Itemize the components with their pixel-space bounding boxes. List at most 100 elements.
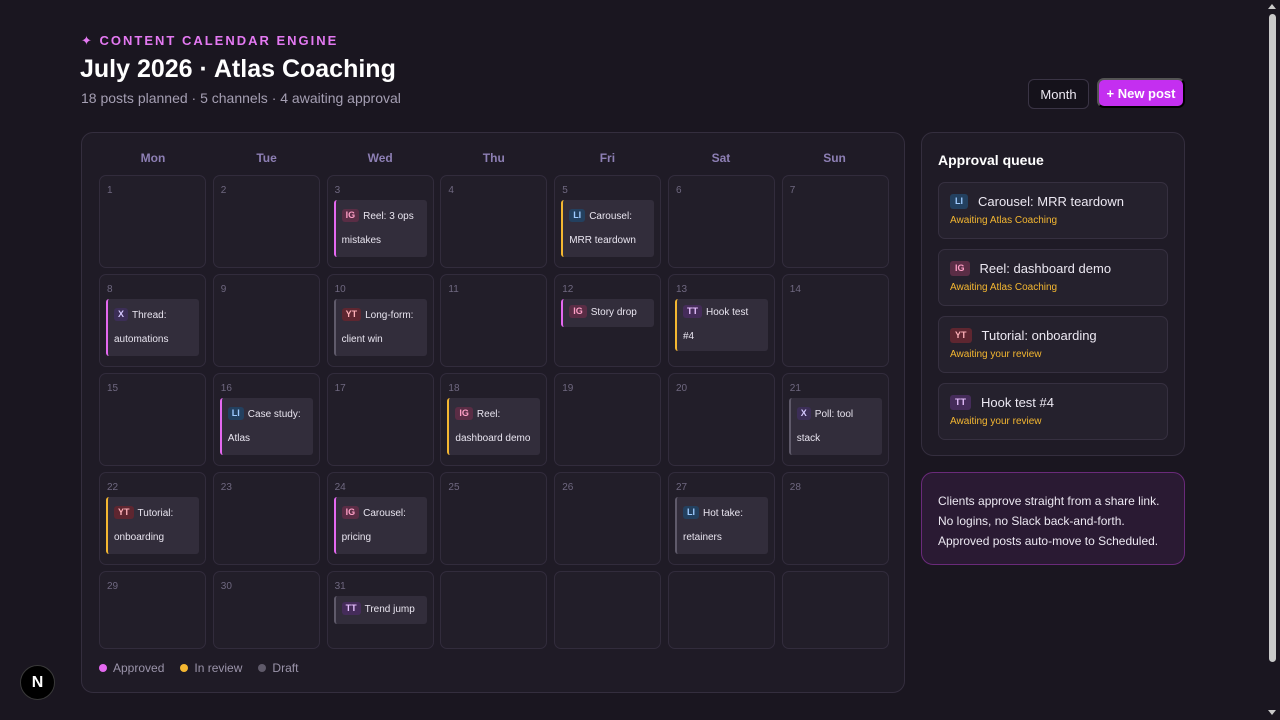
share-link-note: Clients approve straight from a share li… bbox=[921, 472, 1185, 565]
day-cell[interactable]: 20 bbox=[667, 373, 775, 466]
legend-item-draft: Draft bbox=[258, 661, 298, 675]
approval-item[interactable]: TT Hook test #4 Awaiting your review bbox=[938, 383, 1168, 440]
post-card[interactable]: IG Reel: 3 ops mistakes bbox=[333, 200, 427, 257]
day-number: 17 bbox=[334, 383, 346, 394]
day-cell[interactable]: 13 TT Hook test #4 bbox=[667, 274, 775, 367]
day-cell[interactable]: 8 X Thread: automations bbox=[99, 274, 206, 367]
scroll-thumb[interactable] bbox=[1269, 14, 1276, 662]
channel-badge: IG bbox=[569, 305, 587, 318]
day-cell[interactable]: 1 bbox=[99, 175, 206, 268]
day-number: 11 bbox=[448, 284, 459, 295]
day-cell[interactable]: 25 bbox=[440, 472, 548, 565]
day-cell[interactable] bbox=[667, 571, 775, 649]
day-cell[interactable]: 30 bbox=[212, 571, 320, 649]
channel-badge: LI bbox=[227, 407, 244, 420]
day-cell[interactable]: 21 X Poll: tool stack bbox=[781, 373, 889, 466]
weekday-header: Mon Tue Wed Thu Fri Sat Sun bbox=[99, 151, 889, 167]
post-card[interactable]: IG Carousel: pricing bbox=[333, 497, 427, 554]
post-card[interactable]: TT Trend jump bbox=[333, 596, 427, 624]
day-cell[interactable]: 28 bbox=[781, 472, 889, 565]
day-cell[interactable]: 26 bbox=[554, 472, 662, 565]
day-number: 24 bbox=[334, 482, 346, 493]
day-cell[interactable]: 31 TT Trend jump bbox=[326, 571, 434, 649]
day-cell[interactable]: 12 IG Story drop bbox=[554, 274, 662, 367]
channel-badge: LI bbox=[682, 506, 699, 519]
scroll-down-arrow[interactable] bbox=[1268, 710, 1276, 715]
day-cell[interactable]: 4 bbox=[440, 175, 548, 268]
day-number: 18 bbox=[448, 383, 460, 394]
post-card[interactable]: IG Reel: dashboard demo bbox=[447, 398, 541, 455]
day-cell[interactable] bbox=[554, 571, 662, 649]
day-number: 31 bbox=[334, 581, 346, 592]
post-card[interactable]: TT Hook test #4 bbox=[674, 299, 768, 351]
day-cell[interactable]: 16 LI Case study: Atlas bbox=[212, 373, 320, 466]
approval-item[interactable]: YT Tutorial: onboarding Awaiting your revi… bbox=[938, 316, 1168, 373]
post-card[interactable]: X Thread: automations bbox=[106, 299, 199, 356]
day-cell[interactable]: 24 IG Carousel: pricing bbox=[326, 472, 434, 565]
post-card[interactable]: LI Case study: Atlas bbox=[219, 398, 313, 455]
month-view-button[interactable]: Month bbox=[1028, 79, 1089, 109]
next-dev-badge[interactable]: N bbox=[20, 665, 55, 700]
day-cell[interactable]: 11 bbox=[440, 274, 548, 367]
day-number: 25 bbox=[448, 482, 460, 493]
new-post-button[interactable]: + New post bbox=[1097, 78, 1185, 108]
day-cell[interactable]: 29 bbox=[99, 571, 206, 649]
day-cell[interactable] bbox=[440, 571, 548, 649]
post-card[interactable]: YT Tutorial: onboarding bbox=[106, 497, 199, 554]
scrollbar[interactable] bbox=[1265, 0, 1280, 720]
approval-item-title: Tutorial: onboarding bbox=[981, 328, 1097, 343]
post-title: Trend jump bbox=[364, 604, 415, 615]
day-number: 10 bbox=[334, 284, 346, 295]
legend-label: In review bbox=[194, 661, 243, 675]
status-legend: Approved In review Draft bbox=[99, 661, 298, 675]
note-line: No logins, no Slack back-and-forth. bbox=[938, 514, 1125, 528]
channel-badge: IG bbox=[455, 407, 473, 420]
post-card[interactable]: LI Carousel: MRR teardown bbox=[561, 200, 655, 257]
approval-item[interactable]: IG Reel: dashboard demo Awaiting Atlas Coa… bbox=[938, 249, 1168, 306]
post-card[interactable]: X Poll: tool stack bbox=[788, 398, 882, 455]
day-number: 8 bbox=[107, 284, 113, 295]
day-cell[interactable]: 27 LI Hot take: retainers bbox=[667, 472, 775, 565]
weekday-label: Fri bbox=[599, 151, 616, 165]
day-number: 19 bbox=[562, 383, 574, 394]
calendar-panel: Mon Tue Wed Thu Fri Sat Sun 1 2 3 IG Reel: 3 ops m… bbox=[81, 132, 905, 693]
day-cell[interactable]: 17 bbox=[326, 373, 434, 466]
day-number: 5 bbox=[562, 185, 568, 196]
calendar-grid: 1 2 3 IG Reel: 3 ops mistakes 4 5 LI Carousel: M… bbox=[99, 175, 889, 649]
post-card[interactable]: IG Story drop bbox=[561, 299, 655, 327]
day-cell[interactable]: 7 bbox=[781, 175, 889, 268]
day-number: 30 bbox=[220, 581, 232, 592]
weekday-label: Mon bbox=[140, 151, 166, 165]
post-card[interactable]: LI Hot take: retainers bbox=[674, 497, 768, 554]
approval-queue-title: Approval queue bbox=[938, 152, 1044, 168]
day-cell[interactable]: 23 bbox=[212, 472, 320, 565]
approval-item-header: YT Tutorial: onboarding bbox=[950, 328, 1097, 343]
day-cell[interactable]: 10 YT Long-form: client win bbox=[326, 274, 434, 367]
post-title: Story drop bbox=[590, 307, 637, 318]
post-card[interactable]: YT Long-form: client win bbox=[333, 299, 427, 356]
day-number: 29 bbox=[107, 581, 119, 592]
day-number: 27 bbox=[675, 482, 688, 493]
day-cell[interactable]: 9 bbox=[212, 274, 320, 367]
day-cell[interactable]: 15 bbox=[99, 373, 206, 466]
day-cell[interactable]: 6 bbox=[667, 175, 775, 268]
day-cell[interactable] bbox=[781, 571, 889, 649]
approval-item-status: Awaiting Atlas Coaching bbox=[950, 215, 1058, 226]
day-cell[interactable]: 22 YT Tutorial: onboarding bbox=[99, 472, 206, 565]
approval-item-header: TT Hook test #4 bbox=[950, 395, 1054, 410]
day-number: 6 bbox=[675, 185, 682, 196]
approval-item[interactable]: LI Carousel: MRR teardown Awaiting Atlas C… bbox=[938, 182, 1168, 239]
day-cell[interactable]: 2 bbox=[212, 175, 320, 268]
day-cell[interactable]: 19 bbox=[554, 373, 662, 466]
weekday-label: Sun bbox=[823, 151, 846, 165]
scroll-up-arrow[interactable] bbox=[1268, 4, 1276, 9]
day-number: 22 bbox=[107, 482, 119, 493]
legend-dot-icon bbox=[180, 664, 189, 672]
day-cell[interactable]: 5 LI Carousel: MRR teardown bbox=[554, 175, 662, 268]
day-cell[interactable]: 3 IG Reel: 3 ops mistakes bbox=[326, 175, 434, 268]
day-number: 14 bbox=[789, 284, 801, 295]
day-cell[interactable]: 14 bbox=[781, 274, 889, 367]
approval-item-status: Awaiting Atlas Coaching bbox=[950, 282, 1058, 293]
day-cell[interactable]: 18 IG Reel: dashboard demo bbox=[440, 373, 548, 466]
channel-badge: IG bbox=[950, 261, 970, 276]
